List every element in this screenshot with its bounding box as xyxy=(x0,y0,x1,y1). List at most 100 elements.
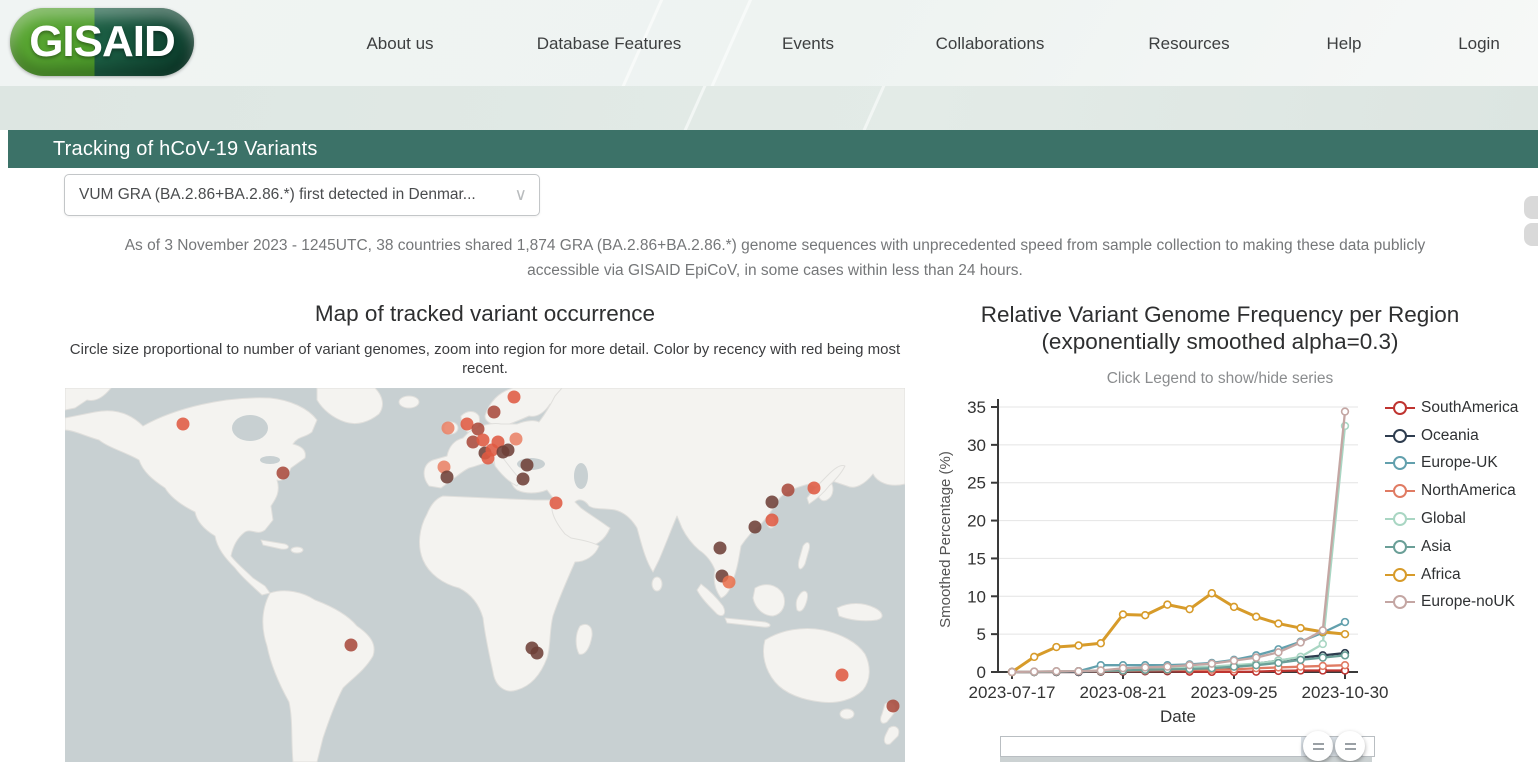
main-nav: About us Database Features Events Collabora… xyxy=(0,0,1538,86)
nav-item-login[interactable]: Login xyxy=(1458,34,1500,54)
variant-occurrence-dot[interactable] xyxy=(476,433,490,447)
slider-handle-right[interactable] xyxy=(1335,731,1365,761)
variant-occurrence-dot[interactable] xyxy=(176,417,190,431)
legend-marker-icon xyxy=(1385,539,1415,554)
nav-item-about-us[interactable]: About us xyxy=(366,34,433,54)
y-tick-label: 35 xyxy=(967,398,986,417)
legend-item-NorthAmerica[interactable]: NorthAmerica xyxy=(1385,477,1538,505)
legend-label: Global xyxy=(1421,510,1466,528)
series-marker xyxy=(1141,663,1150,672)
page-title: Tracking of hCoV-19 Variants xyxy=(53,137,318,160)
legend-marker-icon xyxy=(1385,484,1415,499)
variant-occurrence-dot[interactable] xyxy=(748,520,762,534)
series-marker xyxy=(1096,666,1106,675)
variant-occurrence-dot[interactable] xyxy=(781,483,795,497)
grip-icon xyxy=(1344,742,1356,750)
series-marker xyxy=(1318,639,1327,649)
chart-title-line1: Relative Variant Genome Frequency per Re… xyxy=(980,302,1460,327)
series-marker xyxy=(1340,617,1350,627)
series-marker xyxy=(1118,610,1128,619)
page-banner: Tracking of hCoV-19 Variants xyxy=(8,130,1538,168)
variant-occurrence-dot[interactable] xyxy=(344,638,358,652)
x-tick-label: 2023-10-30 xyxy=(1302,683,1389,702)
legend-item-Global[interactable]: Global xyxy=(1385,505,1538,533)
variant-occurrence-dot[interactable] xyxy=(481,451,495,465)
edge-widget-top[interactable] xyxy=(1524,196,1538,219)
legend-item-Europe-UK[interactable]: Europe-UK xyxy=(1385,450,1538,478)
series-marker xyxy=(1274,648,1283,657)
legend-marker-icon xyxy=(1385,400,1415,415)
series-marker xyxy=(1252,653,1261,662)
chevron-down-icon: ∨ xyxy=(514,185,527,204)
series-marker xyxy=(1163,600,1172,609)
variant-occurrence-dot[interactable] xyxy=(507,390,521,404)
variant-occurrence-dot[interactable] xyxy=(713,541,727,555)
nav-item-database-features[interactable]: Database Features xyxy=(537,34,682,54)
nav-item-help[interactable]: Help xyxy=(1327,34,1362,54)
series-marker xyxy=(1229,602,1239,612)
y-tick-label: 5 xyxy=(977,625,986,644)
legend-item-Europe-noUK[interactable]: Europe-noUK xyxy=(1385,589,1538,617)
series-marker xyxy=(1185,604,1194,614)
variant-occurrence-dot[interactable] xyxy=(765,513,779,527)
y-tick-label: 25 xyxy=(967,474,986,493)
variant-occurrence-dot[interactable] xyxy=(501,443,515,457)
legend-label: Africa xyxy=(1421,565,1461,583)
variant-occurrence-dot[interactable] xyxy=(509,432,523,446)
legend-item-Oceania[interactable]: Oceania xyxy=(1385,422,1538,450)
header-subband xyxy=(0,86,1538,130)
frequency-chart: 0 5 10 15 20 25 30 35 2023-07-17 2023-08-21 2023-0… xyxy=(930,388,1400,728)
edge-widget-bottom[interactable] xyxy=(1524,223,1538,246)
world-map[interactable] xyxy=(65,388,905,762)
series-marker xyxy=(1274,619,1283,628)
y-axis-title: Smoothed Percentage (%) xyxy=(937,451,954,628)
series-marker xyxy=(1163,662,1172,671)
series-marker xyxy=(1074,667,1083,676)
x-axis-title: Date xyxy=(1160,707,1196,726)
y-tick-label: 10 xyxy=(967,587,986,606)
series-marker xyxy=(1029,652,1039,662)
variant-occurrence-dot[interactable] xyxy=(441,421,455,435)
legend-label: Oceania xyxy=(1421,426,1479,444)
edge-scroll-widget[interactable] xyxy=(1524,196,1538,248)
map-section-subtitle: Circle size proportional to number of va… xyxy=(69,341,901,377)
series-marker xyxy=(1340,651,1350,660)
series-marker xyxy=(1340,407,1350,416)
variant-occurrence-dot[interactable] xyxy=(549,496,563,510)
variant-occurrence-dot[interactable] xyxy=(440,470,454,484)
variant-occurrence-dot[interactable] xyxy=(765,495,779,509)
variant-select[interactable]: VUM GRA (BA.2.86+BA.2.86.*) first detect… xyxy=(64,174,540,216)
series-marker xyxy=(1318,661,1327,671)
series-line-Europe-noUK xyxy=(1011,411,1347,674)
y-tick-label: 30 xyxy=(967,436,986,455)
variant-occurrence-dot[interactable] xyxy=(487,405,501,419)
series-marker xyxy=(1207,659,1216,668)
variant-occurrence-dot[interactable] xyxy=(530,646,544,660)
variant-occurrence-dot[interactable] xyxy=(807,481,821,495)
chart-legend: SouthAmerica Oceania Europe-UK NorthAmerica… xyxy=(1385,394,1538,616)
world-map-svg xyxy=(65,388,905,762)
legend-label: Europe-UK xyxy=(1421,454,1498,472)
legend-marker-icon xyxy=(1385,595,1415,610)
variant-occurrence-dot[interactable] xyxy=(722,575,736,589)
series-line-Global xyxy=(1011,425,1347,674)
nav-item-resources[interactable]: Resources xyxy=(1148,34,1229,54)
series-marker xyxy=(1340,660,1350,670)
variant-occurrence-dot[interactable] xyxy=(520,458,534,472)
legend-item-Asia[interactable]: Asia xyxy=(1385,533,1538,561)
slider-handle-left[interactable] xyxy=(1303,731,1333,761)
variant-occurrence-dot[interactable] xyxy=(886,699,900,713)
legend-marker-icon xyxy=(1385,456,1415,471)
variant-occurrence-dot[interactable] xyxy=(516,472,530,486)
nav-item-events[interactable]: Events xyxy=(782,34,834,54)
nav-item-collaborations[interactable]: Collaborations xyxy=(936,34,1045,54)
variant-occurrence-dot[interactable] xyxy=(835,668,849,682)
legend-item-Africa[interactable]: Africa xyxy=(1385,561,1538,589)
series-marker xyxy=(1029,667,1039,676)
variant-occurrence-dot[interactable] xyxy=(276,466,290,480)
series-marker xyxy=(1340,629,1350,639)
series-marker xyxy=(1318,626,1327,635)
series-marker xyxy=(1207,589,1216,598)
legend-item-SouthAmerica[interactable]: SouthAmerica xyxy=(1385,394,1538,422)
legend-label: NorthAmerica xyxy=(1421,482,1516,500)
